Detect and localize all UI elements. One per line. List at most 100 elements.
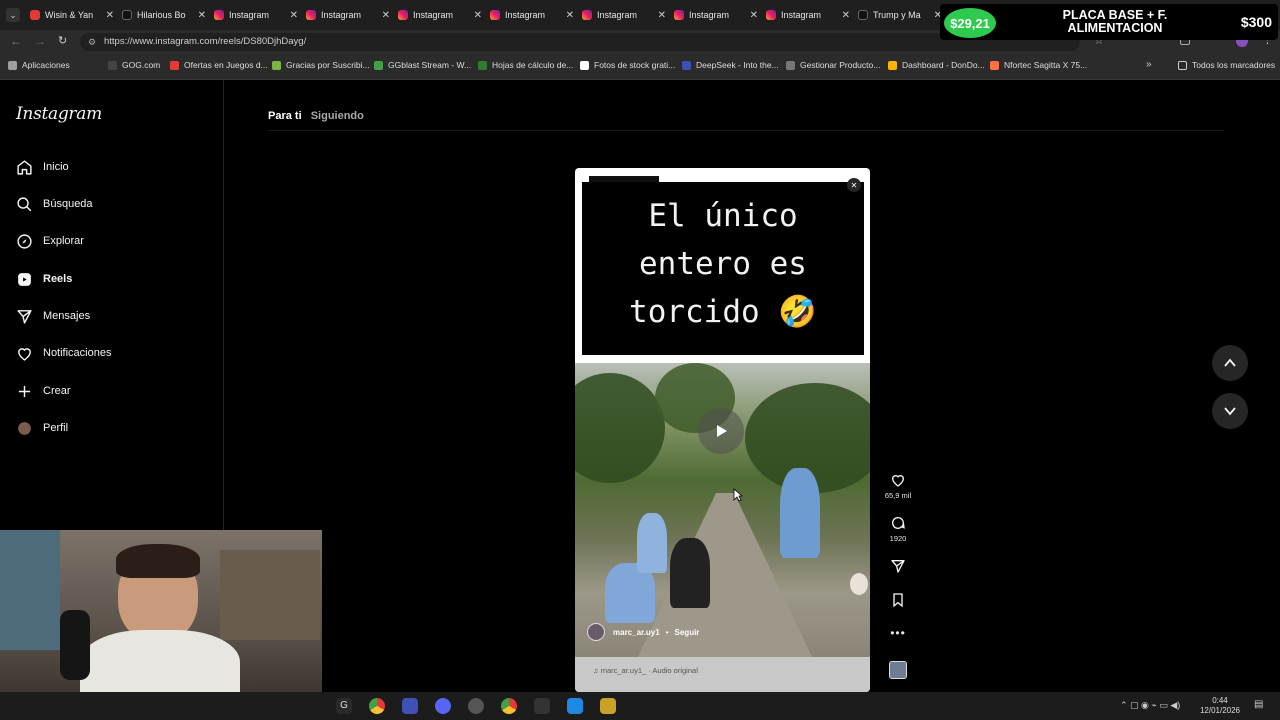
back-icon[interactable]: ← [10,34,22,48]
address-bar[interactable]: ⚙ https://www.instagram.com/reels/DS80Dj… [80,33,1080,51]
instagram-logo[interactable]: Instagram [16,104,102,124]
close-tab-icon[interactable]: ✕ [474,10,482,21]
bookmark-label: Nfortec Sagitta X 75... [1004,60,1088,70]
webcam-shelf [220,550,320,640]
app-icon[interactable] [468,698,484,714]
play-icon [717,425,727,437]
epic-games-icon[interactable] [534,698,550,714]
bookmark-label: DeepSeek - Into the... [696,60,779,70]
reel-video[interactable]: marc_ar.uy1 • Seguir [575,363,870,663]
bookmark-item[interactable]: Gestionar Producto... [786,60,880,70]
tab-para-ti[interactable]: Para ti [268,110,302,122]
bookmark-item[interactable]: Dashboard - DonDo... [888,60,985,70]
sidebar-item-bsqueda[interactable]: Búsqueda [16,192,93,216]
tab-siguiendo[interactable]: Siguiendo [311,110,364,122]
sidebar-item-reels[interactable]: Reels [16,267,72,291]
bookmark-label: Hojas de cálculo de... [492,60,574,70]
discord-icon[interactable] [435,698,451,714]
sidebar-item-explorar[interactable]: Explorar [16,229,84,253]
bookmark-item[interactable]: Hojas de cálculo de... [478,60,573,70]
close-tab-icon[interactable]: ✕ [842,10,850,21]
play-button[interactable] [698,408,744,454]
bookmark-item[interactable]: Gracias por Suscribi... [272,60,370,70]
bookmark-item[interactable]: GOG.com [108,60,160,70]
sidebar-item-inicio[interactable]: Inicio [16,155,69,179]
chrome-icon[interactable] [501,698,517,714]
chrome-icon[interactable] [369,698,385,714]
like-action[interactable]: 65,9 mil [883,472,913,500]
bookmark-item[interactable]: GGblast Stream - W... [374,60,471,70]
save-action[interactable] [883,592,913,611]
audio-bar[interactable]: ♫ marc_ar.uy1_ · Audio original [575,657,870,692]
home-icon [17,159,32,175]
instagram-icon [582,10,592,20]
notifications-icon[interactable]: ▤ [1254,699,1263,710]
site-info-icon[interactable]: ⚙ [88,33,96,51]
bookmark-item[interactable]: Fotos de stock grati... [580,60,675,70]
close-tab-icon[interactable]: ✕ [290,10,298,21]
browser-tab[interactable]: Instagram ✕ [762,4,850,26]
bookmark-icon [8,60,17,70]
browser-tab[interactable]: Instagram ✕ [486,4,574,26]
reload-icon[interactable]: ↻ [58,34,67,47]
reel-card[interactable]: El único entero es torcido 🤣 ✕ marc_ar.u… [575,168,870,692]
browser-tab[interactable]: Instagram ✕ [210,4,298,26]
next-reel-button[interactable] [1212,393,1248,429]
author-username[interactable]: marc_ar.uy1 [613,628,660,637]
all-bookmarks-folder[interactable]: Todos los marcadores [1178,60,1275,70]
mute-icon[interactable]: ✕ [847,178,861,192]
tab-search-button[interactable]: ⌄ [6,8,20,22]
bookmark-item[interactable]: Aplicaciones [8,60,70,70]
browser-tab[interactable]: Hilarious Bo ✕ [118,4,206,26]
more-options-icon[interactable]: ••• [883,626,913,640]
plus-icon [18,385,31,397]
previous-reel-button[interactable] [1212,345,1248,381]
sidebar-item-perfil[interactable]: Perfil [16,416,68,440]
follow-button[interactable]: Seguir [675,628,700,637]
tab-title: Instagram [229,10,270,20]
sidebar-item-crear[interactable]: Crear [16,379,71,403]
audio-thumbnail[interactable] [889,661,907,679]
search-taskbar-icon[interactable]: G [336,698,352,714]
comment-action[interactable]: 1920 [883,515,913,543]
bookmark-label: Dashboard - DonDo... [902,60,985,70]
sidebar-item-label: Mensajes [43,310,91,322]
bookmark-icon [786,60,795,70]
sidebar-item-mensajes[interactable]: Mensajes [16,304,90,328]
video-person [780,468,820,558]
browser-tab[interactable]: Instagram ✕ [578,4,666,26]
feed-divider [268,130,1224,131]
instagram-icon [306,10,316,20]
bookmark-icon [888,60,897,70]
bookmark-item[interactable]: DeepSeek - Into the... [682,60,779,70]
share-action[interactable] [883,558,913,577]
author-avatar[interactable] [587,623,605,641]
bookmark-icon [893,593,903,608]
close-tab-icon[interactable]: ✕ [198,10,206,21]
system-tray-icons[interactable]: ⌃ ▢ ◉ ⌁ ▭ ◀) [1120,700,1180,711]
forward-icon[interactable]: → [34,34,46,48]
tab-title: Hilarious Bo [137,10,186,20]
close-tab-icon[interactable]: ✕ [566,10,574,21]
bookmark-item[interactable]: Ofertas en Juegos d... [170,60,268,70]
browser-tab[interactable]: Wisin & Yan ✕ [26,4,114,26]
close-tab-icon[interactable]: ✕ [382,10,390,21]
browser-tab[interactable]: Instagram ✕ [670,4,758,26]
close-tab-icon[interactable]: ✕ [106,10,114,21]
browser-tab[interactable]: Instagram ✕ [394,4,482,26]
all-bookmarks-label: Todos los marcadores [1192,60,1276,70]
tab-title: Instagram [413,10,454,20]
bookmark-item[interactable]: Nfortec Sagitta X 75... [990,60,1087,70]
taskbar-clock[interactable]: 0:44 12/01/2026 [1200,696,1240,716]
app-icon[interactable] [567,698,583,714]
more-bookmarks-icon[interactable]: » [1146,59,1152,70]
app-icon[interactable] [600,698,616,714]
close-tab-icon[interactable]: ✕ [750,10,758,21]
sidebar-item-notificaciones[interactable]: Notificaciones [16,341,111,365]
browser-tab[interactable]: Trump y Ma ✕ [854,4,942,26]
close-tab-icon[interactable]: ✕ [658,10,666,21]
windows-taskbar: G ⌃ ▢ ◉ ⌁ ▭ ◀) 0:44 12/01/2026 ▤ [0,692,1280,720]
app-icon[interactable] [402,698,418,714]
browser-tab[interactable]: Instagram ✕ [302,4,390,26]
sidebar-item-label: Inicio [43,161,69,173]
